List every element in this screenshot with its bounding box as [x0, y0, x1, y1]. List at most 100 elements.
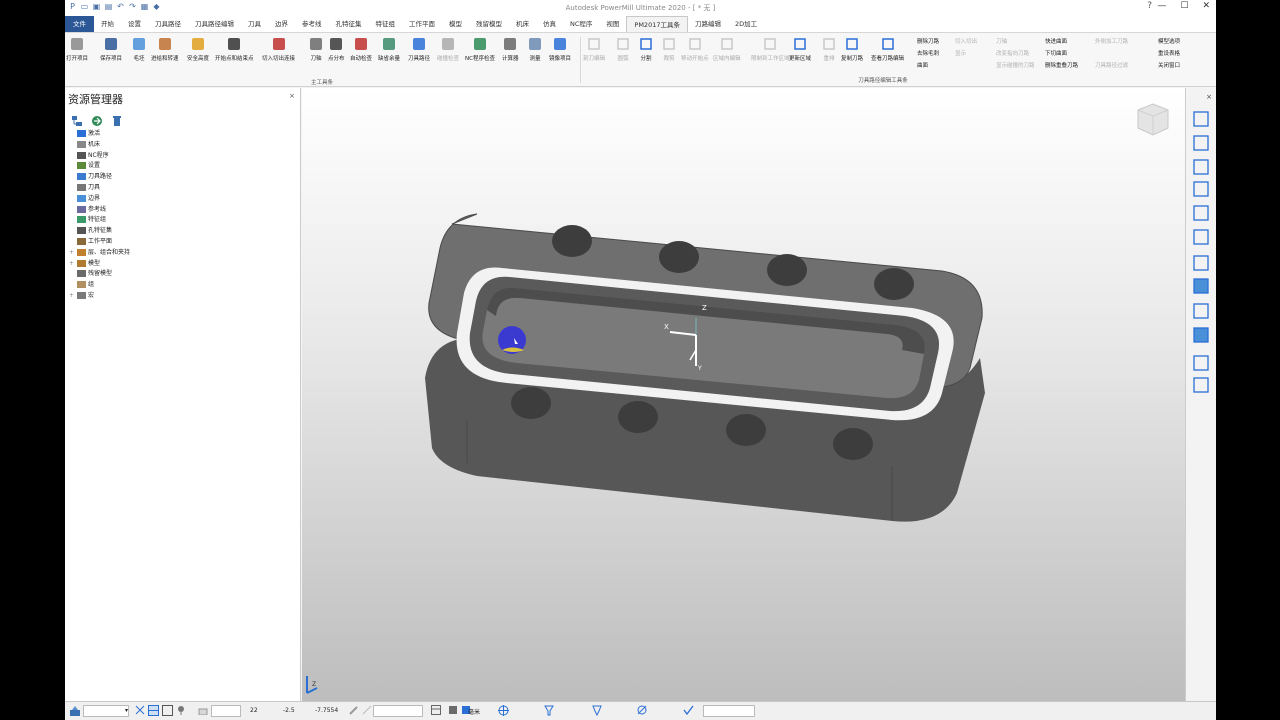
- main-button-15[interactable]: 测量: [527, 36, 543, 62]
- main-button-9[interactable]: 自动检查: [350, 36, 372, 62]
- maximize-button[interactable]: ☐: [1180, 1, 1188, 11]
- tab-9[interactable]: 特征组: [369, 16, 403, 32]
- tab-2[interactable]: 设置: [121, 16, 148, 32]
- table-icon[interactable]: [431, 705, 441, 717]
- tab-6[interactable]: 边界: [268, 16, 295, 32]
- edit-button-5[interactable]: 区域内编辑: [713, 36, 741, 62]
- edit-button-0[interactable]: 刻刀编辑: [583, 36, 605, 62]
- snap-icon[interactable]: [135, 705, 145, 717]
- tree-item[interactable]: 孔特征集: [69, 226, 130, 237]
- close-button[interactable]: ✕: [1202, 1, 1210, 11]
- tab-15[interactable]: NC程序: [563, 16, 599, 32]
- small-item-0-2[interactable]: 刀轴: [996, 37, 1007, 45]
- main-button-2[interactable]: 毛坯: [131, 36, 147, 62]
- view-toolbar-close-icon[interactable]: ×: [1206, 93, 1212, 101]
- refresh-icon[interactable]: [91, 112, 103, 126]
- tree-item[interactable]: + 模型: [69, 259, 130, 270]
- edit-button-9[interactable]: 复制刀路: [841, 36, 863, 62]
- tolerance-icon[interactable]: [448, 705, 458, 717]
- tab-16[interactable]: 视图: [599, 16, 626, 32]
- small-item-2-2[interactable]: 显示碰撞的刀路: [996, 61, 1035, 69]
- main-button-11[interactable]: 刀具路径: [408, 36, 430, 62]
- main-button-16[interactable]: 镜像项目: [549, 36, 571, 62]
- tree-item[interactable]: + 层、组合和夹持: [69, 248, 130, 259]
- tree-item[interactable]: NC程序: [69, 151, 130, 162]
- view-iso-icon[interactable]: [1192, 134, 1211, 153]
- coord-mode-box[interactable]: [211, 705, 241, 717]
- measure-box[interactable]: [373, 705, 423, 717]
- view-cube-icon[interactable]: [1192, 158, 1211, 177]
- small-item-2-5[interactable]: 关闭窗口: [1158, 61, 1180, 69]
- expand-icon[interactable]: +: [69, 248, 77, 259]
- zoom-box-icon[interactable]: [1192, 228, 1211, 247]
- small-item-2-0[interactable]: 曲面: [917, 61, 928, 69]
- edit-button-6[interactable]: 限制到工作区域: [751, 36, 790, 62]
- grid-icon[interactable]: [162, 705, 173, 718]
- pencil-icon[interactable]: [349, 705, 359, 717]
- pin-icon[interactable]: [176, 705, 186, 717]
- expand-icon[interactable]: +: [69, 291, 77, 302]
- tree-item[interactable]: 组: [69, 280, 130, 291]
- tab-5[interactable]: 刀具: [241, 16, 268, 32]
- tool-tip-icon[interactable]: [592, 705, 602, 718]
- main-button-7[interactable]: 刀轴: [308, 36, 324, 62]
- tab-11[interactable]: 模型: [442, 16, 469, 32]
- tree-item[interactable]: 残留模型: [69, 269, 130, 280]
- edit-button-8[interactable]: 重排: [821, 36, 837, 62]
- cursor-icon[interactable]: [1192, 376, 1211, 395]
- lock-icon[interactable]: [198, 705, 208, 717]
- small-item-2-4[interactable]: 刀具路径过滤: [1095, 61, 1128, 69]
- tab-12[interactable]: 残留模型: [469, 16, 509, 32]
- expand-icon[interactable]: +: [69, 259, 77, 270]
- main-button-13[interactable]: NC程序检查: [465, 36, 495, 62]
- grid-snap-icon[interactable]: [148, 705, 159, 718]
- tree-item[interactable]: 工作平面: [69, 237, 130, 248]
- tree-item[interactable]: 边界: [69, 194, 130, 205]
- main-button-10[interactable]: 缺省余量: [378, 36, 400, 62]
- tree-view-icon[interactable]: [71, 112, 83, 126]
- small-item-0-4[interactable]: 外侧加工刀路: [1095, 37, 1128, 45]
- dropdown-arrow-icon[interactable]: ▾: [125, 707, 128, 714]
- tab-1[interactable]: 开始: [94, 16, 121, 32]
- tab-3[interactable]: 刀具路径: [148, 16, 188, 32]
- tree-item[interactable]: 机床: [69, 140, 130, 151]
- main-button-5[interactable]: 开始点和结束点: [215, 36, 254, 62]
- tab-14[interactable]: 仿真: [536, 16, 563, 32]
- tab-13[interactable]: 机床: [509, 16, 536, 32]
- tree-item[interactable]: 参考线: [69, 205, 130, 216]
- tab-0[interactable]: 文件: [65, 16, 94, 32]
- solid-icon[interactable]: [1192, 326, 1211, 345]
- edit-button-10[interactable]: 查看刀路编辑: [871, 36, 904, 62]
- main-button-6[interactable]: 切入切出连接: [262, 36, 295, 62]
- tab-4[interactable]: 刀具路径编辑: [188, 16, 241, 32]
- tab-10[interactable]: 工作平面: [402, 16, 442, 32]
- shaded-icon[interactable]: [1192, 277, 1211, 296]
- view-top-icon[interactable]: [1192, 110, 1211, 129]
- help-icon[interactable]: ?: [1147, 1, 1152, 11]
- small-item-0-0[interactable]: 删除刀路: [917, 37, 939, 45]
- tab-7[interactable]: 参考线: [295, 16, 329, 32]
- main-button-12[interactable]: 碰撞检查: [437, 36, 459, 62]
- small-item-0-5[interactable]: 模型选项: [1158, 37, 1180, 45]
- tab-18[interactable]: 刀路编辑: [688, 16, 728, 32]
- small-item-1-0[interactable]: 去除毛刺: [917, 49, 939, 57]
- explorer-close-icon[interactable]: ×: [289, 92, 295, 100]
- zoom-icon[interactable]: [1192, 254, 1211, 273]
- small-item-0-1[interactable]: 切入切出: [955, 37, 977, 45]
- main-button-8[interactable]: 点分布: [328, 36, 345, 62]
- tree-item[interactable]: 刀具: [69, 183, 130, 194]
- small-item-2-3[interactable]: 删除重叠刀路: [1045, 61, 1078, 69]
- main-button-0[interactable]: 打开项目: [66, 36, 88, 62]
- workplane-select[interactable]: [83, 705, 129, 717]
- page-icon[interactable]: [1192, 204, 1211, 223]
- zoom-extents-icon[interactable]: [1192, 180, 1211, 199]
- edit-button-4[interactable]: 移动开始点: [681, 36, 709, 62]
- tree-item[interactable]: 设置: [69, 161, 130, 172]
- main-button-3[interactable]: 进给和转速: [151, 36, 179, 62]
- main-button-1[interactable]: 保存项目: [100, 36, 122, 62]
- tab-17[interactable]: PM2017工具条: [626, 16, 688, 32]
- tree-item[interactable]: 刀具路径: [69, 172, 130, 183]
- angle-icon[interactable]: [637, 705, 647, 717]
- tree-item[interactable]: + 宏: [69, 291, 130, 302]
- main-button-14[interactable]: 计算器: [502, 36, 519, 62]
